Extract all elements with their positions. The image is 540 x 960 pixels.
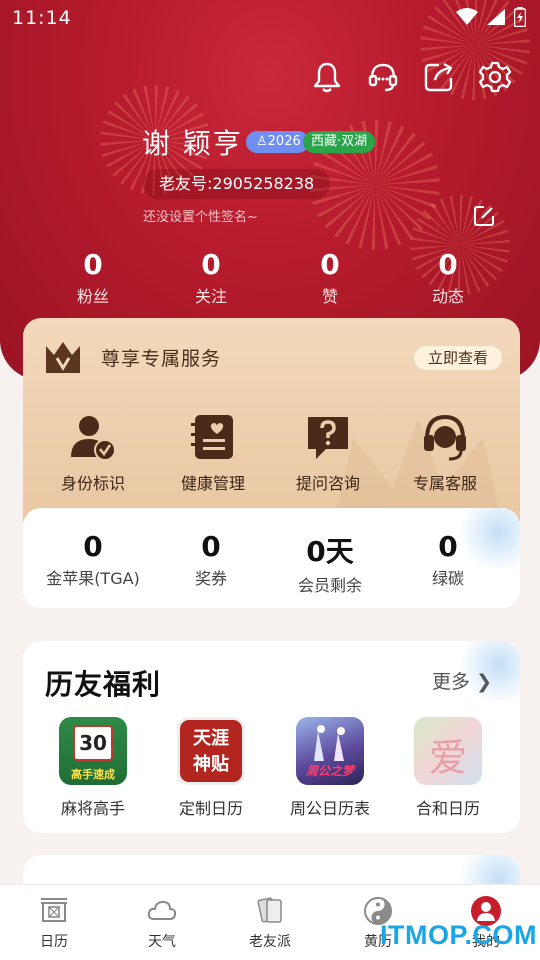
app-icon-caption: 周公之梦 (305, 764, 354, 778)
tab-calendar[interactable]: 日历 (14, 895, 94, 951)
vip-item-label: 健康管理 (180, 474, 245, 493)
mahjong-app-icon: 30 高手速成 (59, 717, 127, 785)
wifi-icon (456, 8, 478, 25)
customer-service-icon[interactable] (366, 60, 400, 94)
user-name: 谢 颖亨 (142, 127, 243, 160)
vip-item-identity[interactable]: 身份标识 (38, 413, 148, 494)
stat-label: 粉丝 (76, 287, 109, 306)
stat-likes[interactable]: 0 赞 (280, 248, 380, 307)
app-mahjong[interactable]: 30 高手速成 麻将高手 (38, 717, 148, 819)
headset-icon (421, 413, 469, 461)
vip-item-health[interactable]: 健康管理 (158, 413, 268, 494)
status-bar: 11:14 (0, 0, 540, 36)
app-custom-calendar[interactable]: 天涯 神贴 定制日历 (156, 717, 266, 819)
asset-value: 0 (438, 530, 458, 563)
vip-item-label: 身份标识 (60, 474, 125, 493)
app-icon-caption: 高手速成 (71, 768, 115, 781)
vip-item-label: 提问咨询 (295, 474, 360, 493)
tab-label: 天气 (148, 934, 176, 950)
tab-weather[interactable]: 天气 (122, 895, 202, 951)
app-hehe-calendar[interactable]: 爱 合和日历 (393, 717, 503, 819)
app-label: 定制日历 (178, 799, 243, 818)
year-badge: ♙2026 (246, 131, 309, 153)
app-label: 合和日历 (415, 799, 480, 818)
calendar-icon (38, 895, 70, 927)
bell-icon[interactable] (310, 60, 344, 94)
year-badge-label: 2026 (267, 134, 301, 149)
hehe-calendar-app-icon: 爱 (414, 717, 482, 785)
stat-value: 0 (438, 248, 458, 281)
asset-green-carbon[interactable]: 0 绿碳 (378, 530, 518, 589)
vip-item-support[interactable]: 专属客服 (390, 413, 500, 494)
stat-value: 0 (201, 248, 221, 281)
gear-icon[interactable] (478, 60, 512, 94)
app-zhougong[interactable]: 周公之梦 周公日历表 (275, 717, 385, 819)
custom-calendar-app-icon: 天涯 神贴 (177, 717, 245, 785)
assets-card: 0 金苹果(TGA) 0 奖券 0天 会员剩余 0 绿碳 (23, 508, 520, 608)
health-record-icon (189, 413, 237, 461)
app-label: 麻将高手 (60, 799, 125, 818)
app-label: 周公日历表 (289, 799, 370, 818)
vip-title: 尊享专属服务 (101, 347, 222, 370)
cards-icon (254, 895, 286, 927)
stat-value: 0 (83, 248, 103, 281)
signal-icon (487, 9, 505, 25)
tab-label: 老友派 (249, 934, 291, 950)
location-badge: 西藏·双湖 (303, 131, 376, 153)
stat-following[interactable]: 0 关注 (161, 248, 261, 307)
badge-person-icon: ♙ (256, 134, 268, 149)
more-label: 更多 (432, 671, 471, 693)
user-badge-icon (69, 413, 117, 461)
stat-label: 关注 (194, 287, 227, 306)
app-icon-title: 天涯 (193, 728, 229, 749)
chevron-right-icon: ❯ (476, 671, 492, 693)
status-time: 11:14 (12, 7, 72, 29)
vip-item-consult[interactable]: 提问咨询 (273, 413, 383, 494)
friend-id: 老友号:2905258238 (143, 169, 331, 199)
app-icon-title: 爱 (428, 736, 467, 780)
more-link[interactable]: 更多 ❯ (432, 667, 492, 694)
stat-value: 0 (320, 248, 340, 281)
question-chat-icon (304, 413, 352, 461)
stat-label: 赞 (321, 287, 338, 306)
edit-icon[interactable] (472, 204, 496, 228)
cloud-icon (146, 895, 178, 927)
battery-icon (514, 7, 526, 27)
vip-title-row: 尊享专属服务 (43, 338, 221, 376)
section-title: 历友福利 (45, 668, 162, 701)
watermark: ITMOP.COM (380, 920, 538, 950)
header-actions (310, 60, 512, 94)
asset-label: 绿碳 (431, 569, 464, 588)
app-icon-caption: 神贴 (193, 754, 229, 775)
view-now-button[interactable]: 立即查看 (413, 346, 502, 370)
vip-service-card: 尊享专属服务 立即查看 身份标识 健康管理 提问咨询 专属客服 (23, 318, 520, 538)
stat-fans[interactable]: 0 粉丝 (43, 248, 143, 307)
calendar-tile: 30 (73, 725, 113, 761)
share-icon[interactable] (422, 60, 456, 94)
vip-item-label: 专属客服 (412, 474, 477, 493)
crown-icon (43, 338, 83, 376)
welfare-section: 历友福利 更多 ❯ 30 高手速成 麻将高手 天涯 神贴 定制日历 周公之梦 周… (23, 641, 520, 833)
stat-label: 动态 (431, 287, 464, 306)
zhougong-app-icon: 周公之梦 (296, 717, 364, 785)
status-icons (456, 7, 526, 27)
stat-posts[interactable]: 0 动态 (398, 248, 498, 307)
tab-laoyoupai[interactable]: 老友派 (230, 895, 310, 951)
tab-label: 日历 (40, 934, 68, 950)
signature-text[interactable]: 还没设置个性签名~ (143, 206, 258, 225)
